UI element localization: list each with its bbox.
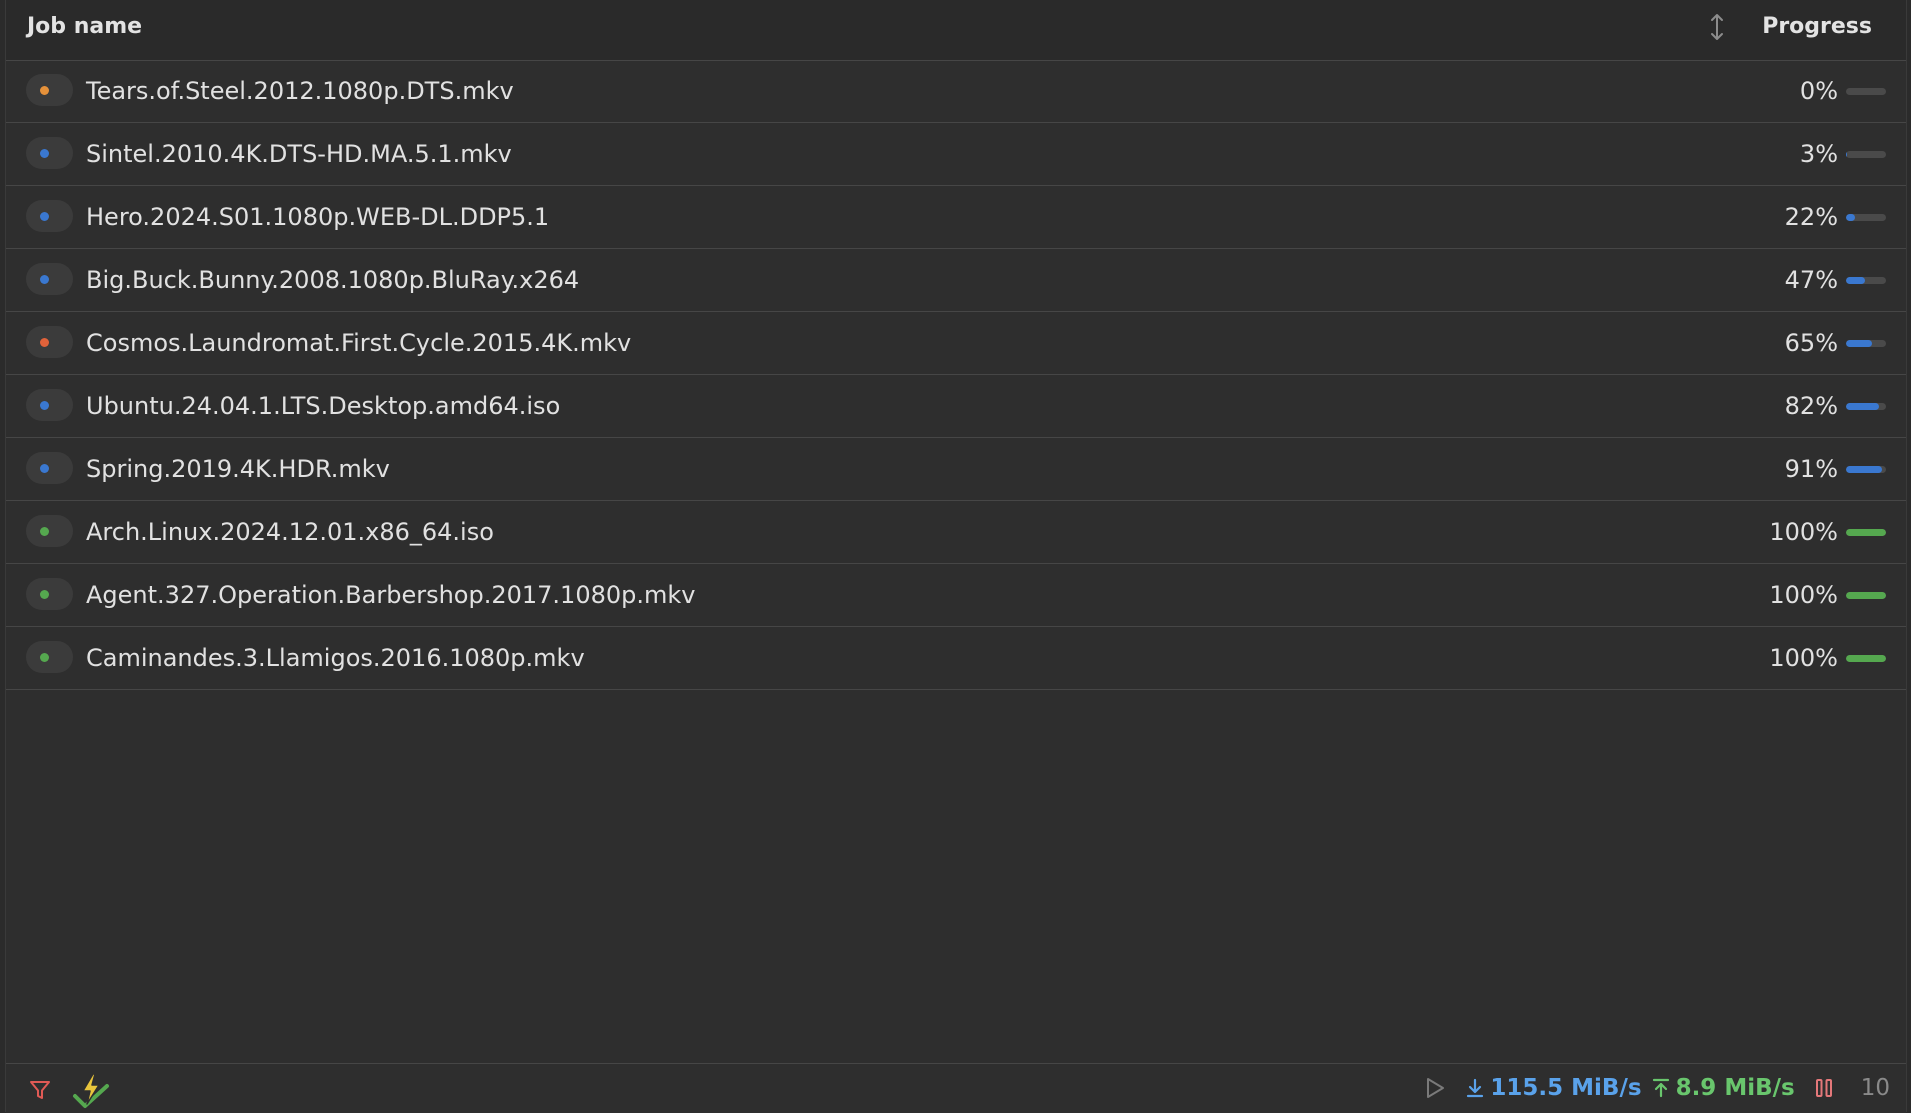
table-header: Job name Progress: [6, 0, 1906, 61]
status-dot-icon: [40, 401, 49, 410]
progress-percent: 65%: [1784, 329, 1838, 357]
upload-speed: 8.9 MiB/s: [1675, 1075, 1795, 1101]
status-dot-icon: [40, 464, 49, 473]
status-indicator[interactable]: [26, 515, 73, 547]
job-name: Big.Buck.Bunny.2008.1080p.BluRay.x264: [86, 266, 580, 294]
status-bar: 115.5 MiB/s 8.9 MiB/s 10: [6, 1063, 1906, 1113]
job-name: Cosmos.Laundromat.First.Cycle.2015.4K.mk…: [86, 329, 632, 357]
progress-bar-fill: [1846, 277, 1865, 284]
progress-bar-fill: [1846, 466, 1883, 473]
progress-bar: [1846, 214, 1886, 221]
job-name: Sintel.2010.4K.DTS-HD.MA.5.1.mkv: [86, 140, 512, 168]
play-icon[interactable]: [1424, 1076, 1446, 1100]
progress-bar: [1846, 655, 1886, 662]
status-indicator[interactable]: [26, 326, 73, 358]
download-arrow-icon: [1467, 1078, 1484, 1098]
job-name: Agent.327.Operation.Barbershop.2017.1080…: [86, 581, 696, 609]
progress-percent: 100%: [1769, 644, 1838, 672]
status-dot-icon: [40, 527, 49, 536]
status-indicator[interactable]: [26, 74, 73, 106]
progress-percent: 100%: [1769, 581, 1838, 609]
progress-percent: 100%: [1769, 518, 1838, 546]
table-row[interactable]: Arch.Linux.2024.12.01.x86_64.iso 100%: [6, 501, 1906, 564]
progress-percent: 0%: [1799, 77, 1838, 105]
status-indicator[interactable]: [26, 137, 73, 169]
progress-bar-fill: [1846, 151, 1848, 158]
status-indicator[interactable]: [26, 641, 73, 673]
transfer-stats: 115.5 MiB/s 8.9 MiB/s 10: [1424, 1064, 1890, 1112]
progress-bar-fill: [1846, 214, 1855, 221]
progress-percent: 82%: [1784, 392, 1838, 420]
status-dot-icon: [40, 275, 49, 284]
progress-bar: [1846, 277, 1886, 284]
job-name: Spring.2019.4K.HDR.mkv: [86, 455, 390, 483]
progress-bar: [1846, 151, 1886, 158]
job-table-body: Tears.of.Steel.2012.1080p.DTS.mkv 0% Sinte…: [6, 60, 1906, 690]
status-indicator[interactable]: [26, 263, 73, 295]
table-row[interactable]: Spring.2019.4K.HDR.mkv 91%: [6, 438, 1906, 501]
status-dot-icon: [40, 338, 49, 347]
progress-bar-fill: [1846, 592, 1886, 599]
progress-percent: 47%: [1784, 266, 1838, 294]
upload-arrow-icon: [1652, 1078, 1669, 1098]
column-header-job-name[interactable]: Job name: [27, 0, 142, 54]
progress-percent: 3%: [1799, 140, 1838, 168]
status-indicator[interactable]: [26, 389, 73, 421]
progress-bar: [1846, 88, 1886, 95]
job-name: Tears.of.Steel.2012.1080p.DTS.mkv: [86, 77, 514, 105]
status-dot-icon: [40, 86, 49, 95]
progress-bar: [1846, 340, 1886, 347]
progress-bar-fill: [1846, 340, 1872, 347]
table-row[interactable]: Ubuntu.24.04.1.LTS.Desktop.amd64.iso 82%: [6, 375, 1906, 438]
status-indicator[interactable]: [26, 452, 73, 484]
filter-icon[interactable]: [28, 1078, 52, 1102]
progress-bar-fill: [1846, 403, 1879, 410]
table-row[interactable]: Caminandes.3.Llamigos.2016.1080p.mkv 100%: [6, 627, 1906, 690]
download-speed: 115.5 MiB/s: [1490, 1075, 1642, 1101]
progress-bar: [1846, 592, 1886, 599]
pause-icon[interactable]: [1815, 1077, 1833, 1099]
job-name: Hero.2024.S01.1080p.WEB-DL.DDP5.1: [86, 203, 550, 231]
status-dot-icon: [40, 653, 49, 662]
status-dot-icon: [40, 212, 49, 221]
table-row[interactable]: Tears.of.Steel.2012.1080p.DTS.mkv 0%: [6, 60, 1906, 123]
job-list-window: Job name Progress Tears.of.Steel.2012.10…: [5, 0, 1907, 1113]
progress-bar: [1846, 466, 1886, 473]
job-count: 10: [1860, 1075, 1890, 1101]
table-row[interactable]: Hero.2024.S01.1080p.WEB-DL.DDP5.1 22%: [6, 186, 1906, 249]
bolt-icon[interactable]: [71, 1072, 111, 1110]
table-row[interactable]: Big.Buck.Bunny.2008.1080p.BluRay.x264 47%: [6, 249, 1906, 312]
progress-bar: [1846, 529, 1886, 536]
job-name: Ubuntu.24.04.1.LTS.Desktop.amd64.iso: [86, 392, 561, 420]
progress-bar-fill: [1846, 529, 1886, 536]
job-name: Caminandes.3.Llamigos.2016.1080p.mkv: [86, 644, 585, 672]
progress-bar-fill: [1846, 655, 1886, 662]
progress-percent: 91%: [1784, 455, 1838, 483]
status-dot-icon: [40, 149, 49, 158]
table-row[interactable]: Agent.327.Operation.Barbershop.2017.1080…: [6, 564, 1906, 627]
job-name: Arch.Linux.2024.12.01.x86_64.iso: [86, 518, 494, 546]
sort-icon[interactable]: [1706, 12, 1728, 42]
table-row[interactable]: Sintel.2010.4K.DTS-HD.MA.5.1.mkv 3%: [6, 123, 1906, 186]
status-indicator[interactable]: [26, 578, 73, 610]
progress-bar: [1846, 403, 1886, 410]
column-header-progress[interactable]: Progress: [1762, 0, 1872, 54]
status-indicator[interactable]: [26, 200, 73, 232]
progress-percent: 22%: [1784, 203, 1838, 231]
status-dot-icon: [40, 590, 49, 599]
table-row[interactable]: Cosmos.Laundromat.First.Cycle.2015.4K.mk…: [6, 312, 1906, 375]
